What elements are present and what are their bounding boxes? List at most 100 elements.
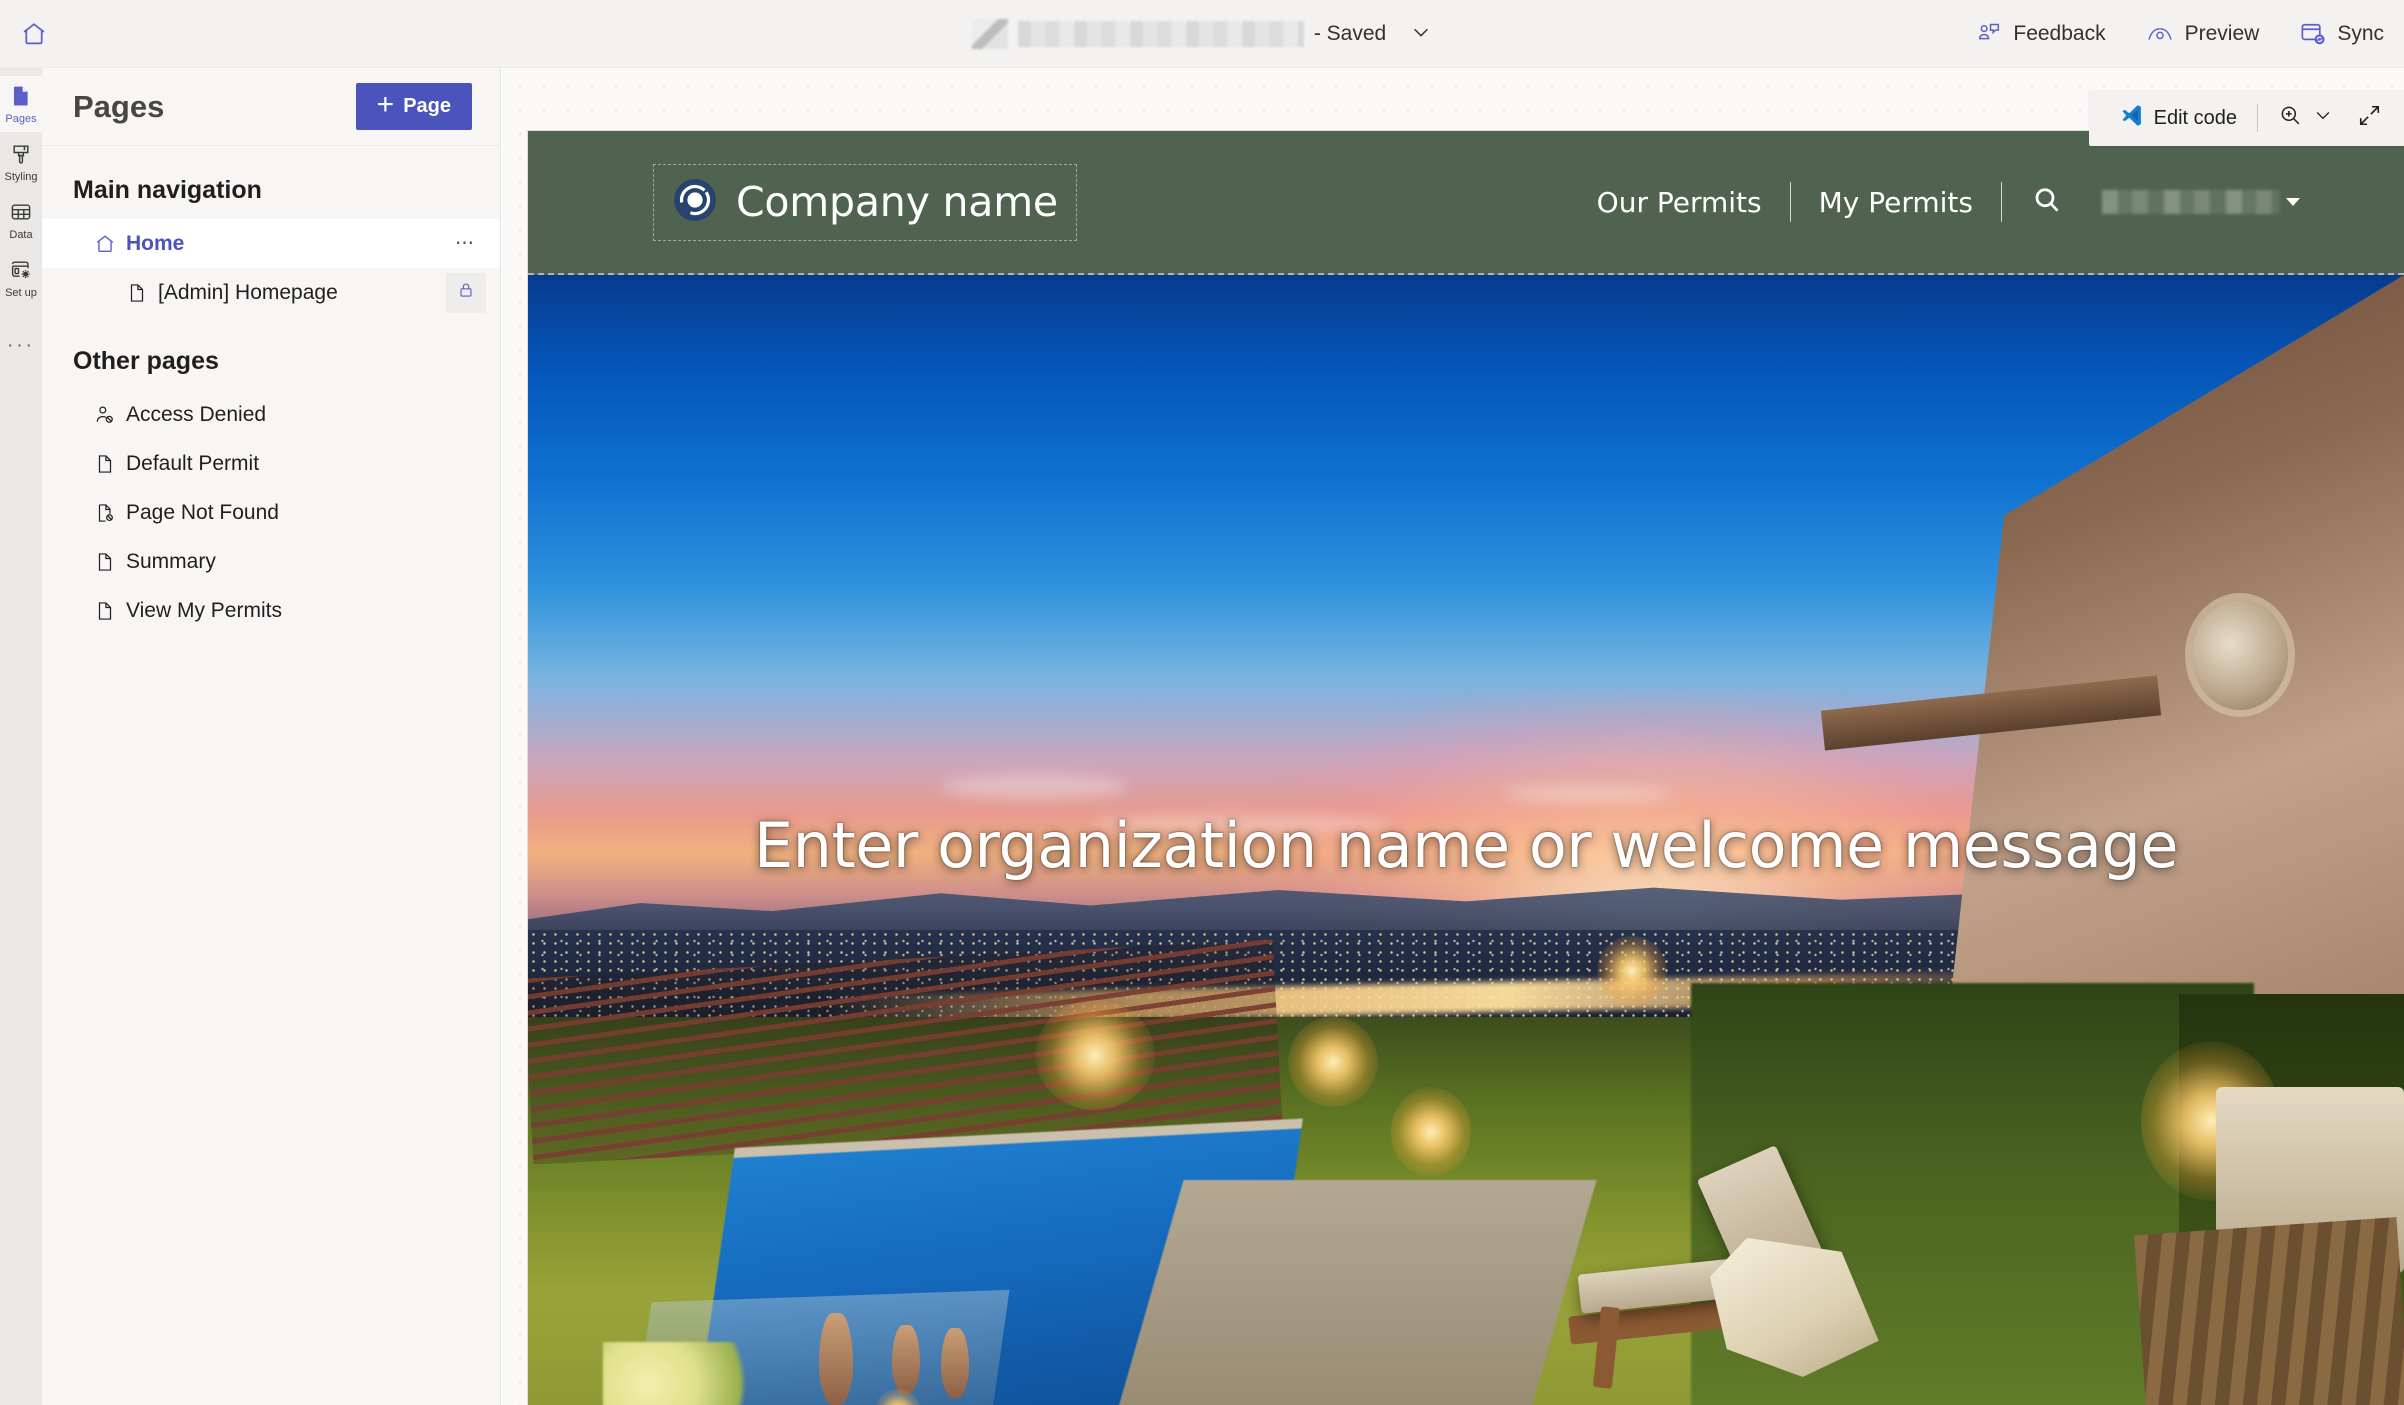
- hero-banner[interactable]: Enter organization name or welcome messa…: [528, 275, 2404, 1405]
- site-brand[interactable]: Company name: [653, 163, 1077, 241]
- home-icon: [94, 233, 122, 255]
- saved-status: - Saved: [1313, 22, 1387, 45]
- eye-preview-icon: [2146, 20, 2174, 48]
- home-icon: [20, 20, 48, 48]
- sidebar-item-label: [Admin] Homepage: [158, 280, 338, 304]
- sidebar-item-label: Home: [126, 231, 185, 255]
- lock-button[interactable]: [446, 272, 486, 313]
- search-icon: [2032, 185, 2062, 220]
- wine-glass: [940, 1328, 969, 1398]
- sidebar-item-default-permit[interactable]: Default Permit: [42, 439, 500, 488]
- page-title: Pages: [73, 88, 165, 124]
- vscode-icon: [2119, 103, 2144, 134]
- sidebar-item-summary[interactable]: Summary: [42, 537, 500, 586]
- chevron-down-icon[interactable]: [1410, 21, 1432, 48]
- overflow-dots-icon: ⋯: [455, 232, 477, 254]
- overflow-dots-icon: ···: [7, 335, 35, 356]
- rail-item-pages[interactable]: Pages: [0, 76, 42, 132]
- page-icon: [94, 600, 122, 622]
- expand-diagonal-icon: [2357, 103, 2382, 134]
- sidebar-item-home[interactable]: Home ⋯: [42, 219, 500, 268]
- paintbrush-icon: [9, 142, 33, 169]
- app-title-redacted: [1017, 21, 1304, 47]
- rail-item-styling[interactable]: Styling: [0, 134, 42, 190]
- site-nav: Our Permits My Permits: [1569, 182, 2300, 222]
- add-page-button[interactable]: + Page: [355, 83, 472, 130]
- hero-flowers: [603, 1342, 754, 1405]
- page-icon: [94, 453, 122, 475]
- nav-link-my-permits[interactable]: My Permits: [1791, 186, 2001, 219]
- expand-button[interactable]: [2345, 90, 2394, 146]
- section-title-main-navigation: Main navigation: [73, 176, 262, 204]
- design-canvas: Edit code Company name Our Permits My Pe…: [502, 68, 2404, 1405]
- site-header: Company name Our Permits My Permits: [528, 131, 2404, 275]
- sidebar-item-view-my-permits[interactable]: View My Permits: [42, 586, 500, 635]
- rail-label-styling: Styling: [4, 170, 38, 183]
- page-icon: [126, 282, 154, 304]
- zoom-button[interactable]: [2266, 90, 2345, 146]
- person-blocked-icon: [94, 404, 122, 426]
- canvas-toolbar: Edit code: [2088, 90, 2404, 146]
- toolbar-divider: [2257, 104, 2258, 132]
- page-icon: [9, 84, 33, 111]
- lock-icon: [457, 281, 475, 304]
- site-preview: Company name Our Permits My Permits Ente…: [528, 131, 2404, 1405]
- user-name-redacted: [2102, 190, 2280, 214]
- add-page-label: Page: [403, 95, 451, 117]
- home-button[interactable]: [0, 0, 68, 68]
- hero-deck: [1110, 1179, 1597, 1405]
- sidebar-item-label: Summary: [126, 549, 216, 573]
- garden-lamp: [1390, 1087, 1471, 1177]
- caret-down-icon: [2286, 198, 2300, 206]
- section-title-other-pages: Other pages: [73, 347, 219, 375]
- wine-glass: [891, 1324, 921, 1395]
- page-blocked-icon: [94, 502, 122, 524]
- rail-label-data: Data: [9, 228, 33, 241]
- sidebar-item-admin-homepage[interactable]: [Admin] Homepage: [42, 268, 500, 317]
- search-button[interactable]: [2002, 185, 2092, 220]
- chevron-down-icon: [2313, 105, 2333, 131]
- sidebar-item-page-not-found[interactable]: Page Not Found: [42, 488, 500, 537]
- sidebar-item-label: Page Not Found: [126, 500, 279, 524]
- app-icon-redacted: [971, 19, 1008, 49]
- sync-icon: [2299, 20, 2326, 47]
- page-icon: [94, 551, 122, 573]
- decanter: [818, 1313, 853, 1405]
- site-brand-name: Company name: [736, 178, 1058, 226]
- sidebar-item-access-denied[interactable]: Access Denied: [42, 390, 500, 439]
- app-bar: - Saved Feedback Preview Sync: [0, 0, 2404, 68]
- user-menu[interactable]: [2092, 190, 2300, 214]
- garden-lamp: [1287, 1017, 1378, 1108]
- sidebar-item-label: Access Denied: [126, 402, 267, 426]
- rail-item-setup[interactable]: Set up: [0, 250, 42, 306]
- app-bar-actions: Feedback Preview Sync: [1956, 0, 2404, 68]
- hero-wood-bench: [2134, 1217, 2404, 1405]
- rail-overflow-button[interactable]: ···: [0, 326, 42, 366]
- sidebar-item-label: View My Permits: [126, 598, 282, 622]
- circle-logo-icon: [672, 177, 718, 228]
- pages-panel: Pages + Page Main navigation Home ⋯ [Adm…: [42, 68, 501, 1405]
- feedback-label: Feedback: [2013, 21, 2106, 45]
- left-icon-rail: Pages Styling Data Set up ···: [0, 68, 42, 1405]
- hero-porthole-window: [2191, 599, 2288, 710]
- garden-lamp: [1034, 1000, 1155, 1110]
- preview-button[interactable]: Preview: [2126, 0, 2280, 68]
- rail-label-pages: Pages: [5, 112, 37, 125]
- setup-gear-icon: [9, 258, 33, 285]
- hero-headline[interactable]: Enter organization name or welcome messa…: [528, 809, 2404, 882]
- rail-label-setup: Set up: [5, 286, 37, 299]
- edit-code-button[interactable]: Edit code: [2107, 90, 2249, 146]
- table-icon: [9, 200, 33, 227]
- feedback-icon: [1976, 21, 2002, 47]
- cloud: [1503, 785, 1673, 802]
- sync-label: Sync: [2337, 21, 2384, 45]
- rail-item-data[interactable]: Data: [0, 192, 42, 248]
- home-overflow-button[interactable]: ⋯: [446, 224, 486, 264]
- preview-label: Preview: [2184, 21, 2260, 45]
- nav-link-our-permits[interactable]: Our Permits: [1569, 186, 1790, 219]
- edit-code-label: Edit code: [2153, 106, 2237, 129]
- feedback-button[interactable]: Feedback: [1956, 0, 2125, 68]
- sync-button[interactable]: Sync: [2279, 0, 2404, 68]
- plus-icon: +: [376, 88, 395, 121]
- zoom-in-icon: [2278, 103, 2303, 134]
